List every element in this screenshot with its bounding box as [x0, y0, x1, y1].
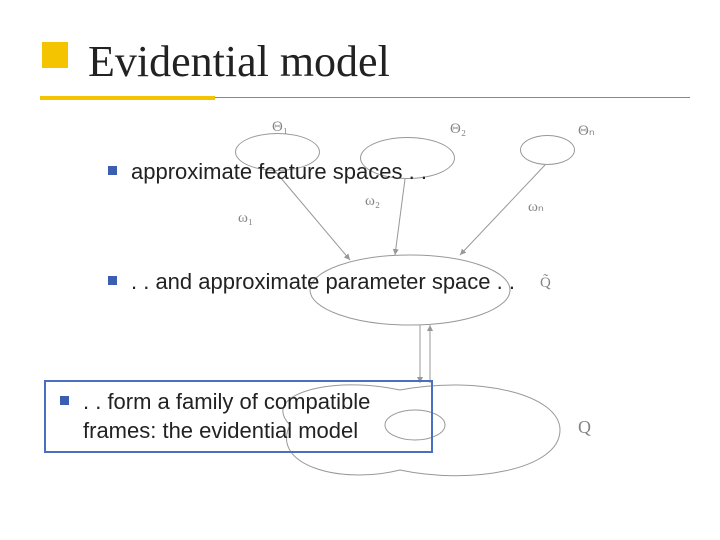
slide-header: Evidential model — [0, 42, 720, 122]
accent-square — [42, 42, 68, 68]
bullet-3-text: . . form a family of compatible frames: … — [83, 388, 413, 445]
bullet-2: . . and approximate parameter space . . — [108, 268, 515, 297]
label-omega1: ω₁ — [238, 210, 253, 227]
bullet-2-text: . . and approximate parameter space . . — [131, 268, 515, 297]
label-q: Q — [578, 417, 591, 438]
label-omega2: ω₂ — [365, 193, 380, 210]
ellipse-thetan — [520, 135, 575, 165]
bullet-1-text: approximate feature spaces . . — [131, 158, 427, 187]
bullet-1: approximate feature spaces . . — [108, 158, 427, 187]
bullet-icon — [108, 166, 117, 175]
label-qtilde: Q̃ — [540, 275, 551, 292]
bullet-icon — [108, 276, 117, 285]
title-underline — [40, 97, 690, 98]
label-thetan: Θₙ — [578, 121, 595, 140]
bullet-3-boxed: . . form a family of compatible frames: … — [44, 380, 433, 453]
bullet-icon — [60, 396, 69, 405]
slide-title: Evidential model — [88, 36, 390, 87]
label-theta2: Θ₂ — [450, 121, 466, 138]
label-omegan: ωₙ — [528, 197, 544, 216]
